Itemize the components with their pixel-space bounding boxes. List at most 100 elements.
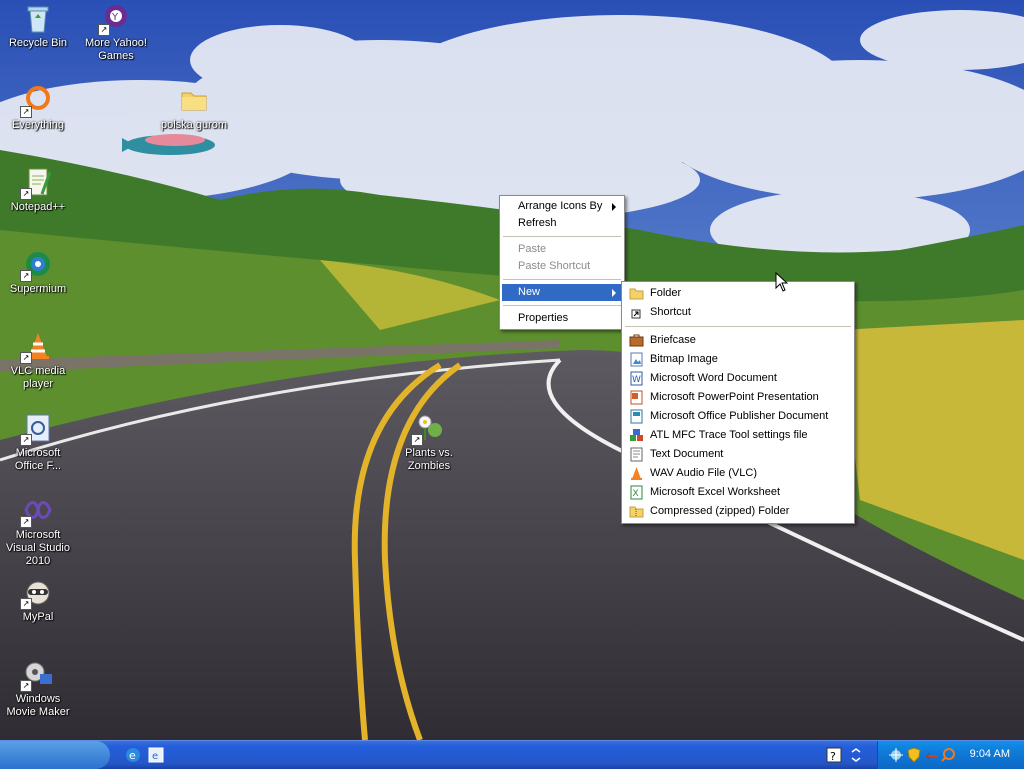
internet-explorer-icon[interactable]: e: [124, 746, 142, 764]
menu-item-label: Compressed (zipped) Folder: [650, 505, 790, 517]
mypal-raccoon-icon: ↗: [20, 576, 54, 610]
icon-label: Microsoft Visual Studio 2010: [5, 529, 70, 567]
menu-item-label: Shortcut: [650, 306, 691, 318]
text-doc-icon: [630, 447, 643, 462]
search-tray-icon[interactable]: [940, 747, 956, 763]
notepad-plus-plus-icon: ↗: [20, 166, 54, 200]
publisher-icon: [630, 409, 643, 424]
new-item-powerpoint-presentation[interactable]: Microsoft PowerPoint Presentation: [624, 388, 852, 407]
menu-item-label: ATL MFC Trace Tool settings file: [650, 429, 808, 441]
desktop-icon-everything[interactable]: ↗ Everything: [0, 84, 76, 132]
menu-item-label: Arrange Icons By: [518, 200, 603, 212]
security-shield-icon[interactable]: [906, 747, 922, 763]
menu-item-label: Paste Shortcut: [518, 260, 591, 272]
wallpaper: [0, 0, 1024, 740]
connection-icon[interactable]: [924, 747, 940, 763]
office-document-icon: ↗: [20, 412, 54, 446]
menu-item-label: Microsoft Excel Worksheet: [650, 486, 781, 498]
desktop-icon-more-yahoo-games[interactable]: Y ↗ More Yahoo! Games: [78, 2, 154, 63]
desktop-icon-plants-vs-zombies[interactable]: ↗ Plants vs. Zombies: [391, 412, 467, 473]
new-item-briefcase[interactable]: Briefcase: [624, 331, 852, 350]
new-submenu: Folder Shortcut Briefcase Bitmap Image W…: [621, 281, 855, 524]
shortcut-arrow-icon: ↗: [98, 24, 110, 36]
desktop-icon-windows-movie-maker[interactable]: ↗ Windows Movie Maker: [0, 658, 76, 719]
submenu-arrow-icon: [612, 289, 616, 297]
atl-trace-icon: [630, 429, 643, 441]
desktop-icon-visual-studio-2010[interactable]: ↗ Microsoft Visual Studio 2010: [0, 494, 76, 568]
supermium-browser-icon: ↗: [20, 248, 54, 282]
help-icon[interactable]: ?: [826, 747, 842, 763]
desktop-icon-mypal[interactable]: ↗ MyPal: [0, 576, 76, 624]
desktop[interactable]: Recycle Bin Y ↗ More Yahoo! Games ↗ Ever…: [0, 0, 1024, 740]
menu-separator: [625, 326, 851, 327]
svg-text:Y: Y: [111, 12, 119, 23]
new-item-word-document[interactable]: W Microsoft Word Document: [624, 369, 852, 388]
menu-item-label: Text Document: [650, 448, 724, 460]
desktop-icon-microsoft-office-f[interactable]: ↗ Microsoft Office F...: [0, 412, 76, 473]
svg-text:?: ?: [830, 750, 836, 763]
word-doc-icon: W: [630, 371, 643, 386]
yahoo-games-icon: Y ↗: [98, 2, 132, 36]
desktop-icon-recycle-bin[interactable]: Recycle Bin: [0, 2, 76, 50]
menu-item-label: WAV Audio File (VLC): [650, 467, 757, 479]
icon-label: Recycle Bin: [8, 37, 68, 49]
new-item-excel-worksheet[interactable]: X Microsoft Excel Worksheet: [624, 483, 852, 502]
new-item-shortcut[interactable]: Shortcut: [624, 303, 852, 322]
desktop-icon-supermium[interactable]: ↗ Supermium: [0, 248, 76, 296]
icon-label: Windows Movie Maker: [6, 693, 70, 718]
new-item-bitmap-image[interactable]: Bitmap Image: [624, 350, 852, 369]
visual-studio-icon: ↗: [20, 494, 54, 528]
icon-label: Notepad++: [10, 201, 66, 213]
menu-item-new[interactable]: New: [502, 284, 622, 301]
svg-text:X: X: [633, 489, 639, 499]
shortcut-arrow-icon: ↗: [20, 516, 32, 528]
menu-item-label: Microsoft Office Publisher Document: [650, 410, 829, 422]
shortcut-arrow-icon: ↗: [20, 598, 32, 610]
svg-text:W: W: [632, 375, 641, 385]
desktop-icon-polska-gurom[interactable]: polska gurom: [156, 84, 232, 132]
new-item-atl-mfc-trace-settings[interactable]: ATL MFC Trace Tool settings file: [624, 426, 852, 445]
new-item-publisher-document[interactable]: Microsoft Office Publisher Document: [624, 407, 852, 426]
clock[interactable]: 9:04 AM: [970, 748, 1010, 760]
recycle-bin-icon: [22, 2, 54, 34]
shortcut-arrow-icon: ↗: [20, 434, 32, 446]
menu-item-properties[interactable]: Properties: [502, 310, 622, 327]
menu-separator: [503, 305, 621, 306]
briefcase-icon: [629, 334, 644, 347]
menu-item-arrange-icons-by[interactable]: Arrange Icons By: [502, 198, 622, 215]
menu-separator: [503, 279, 621, 280]
menu-item-paste[interactable]: Paste: [502, 241, 622, 258]
new-item-text-document[interactable]: Text Document: [624, 445, 852, 464]
menu-separator: [503, 236, 621, 237]
menu-item-label: Microsoft Word Document: [650, 372, 777, 384]
expand-tray-chevron-icon[interactable]: [848, 747, 864, 763]
icon-label: Supermium: [9, 283, 67, 295]
icon-label: VLC media player: [10, 365, 66, 390]
desktop-context-menu: Arrange Icons By Refresh Paste Paste Sho…: [499, 195, 625, 330]
shortcut-arrow-icon: ↗: [411, 434, 423, 446]
new-item-wav-audio-vlc[interactable]: WAV Audio File (VLC): [624, 464, 852, 483]
desktop-icon-notepad-plus-plus[interactable]: ↗ Notepad++: [0, 166, 76, 214]
shortcut-arrow-icon: ↗: [20, 106, 32, 118]
icon-label: polska gurom: [160, 119, 228, 131]
submenu-arrow-icon: [612, 203, 616, 211]
powerpoint-icon: [630, 390, 643, 405]
vlc-audio-icon: [631, 467, 642, 480]
folder-icon: [629, 288, 644, 300]
menu-item-paste-shortcut[interactable]: Paste Shortcut: [502, 258, 622, 275]
new-item-compressed-folder[interactable]: Compressed (zipped) Folder: [624, 502, 852, 521]
icon-label: Everything: [12, 119, 64, 131]
menu-item-label: Bitmap Image: [650, 353, 718, 365]
ie-document-icon[interactable]: e: [147, 746, 165, 764]
mouse-cursor-icon: [775, 272, 789, 292]
network-icon[interactable]: [888, 747, 904, 763]
start-button[interactable]: [0, 741, 110, 769]
menu-item-refresh[interactable]: Refresh: [502, 215, 622, 232]
vlc-cone-icon: ↗: [20, 330, 54, 364]
zip-folder-icon: [629, 506, 644, 518]
taskbar: e e ? 9:04 AM: [0, 740, 1024, 769]
new-item-folder[interactable]: Folder: [624, 284, 852, 303]
shortcut-arrow-icon: ↗: [20, 680, 32, 692]
desktop-icon-vlc[interactable]: ↗ VLC media player: [0, 330, 76, 391]
shortcut-icon: [631, 309, 641, 319]
